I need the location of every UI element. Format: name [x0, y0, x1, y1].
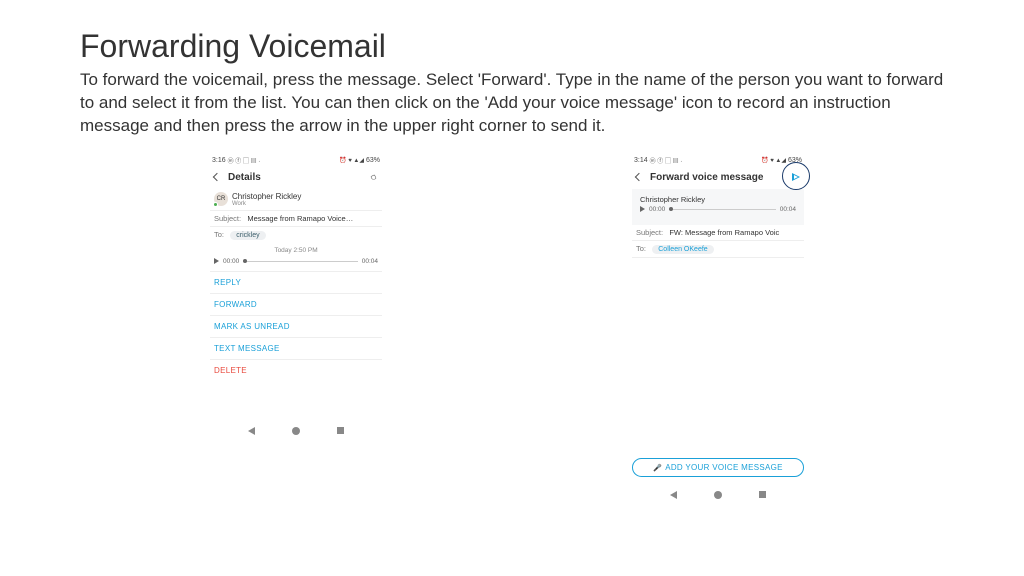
header-title: Forward voice message: [650, 172, 792, 183]
android-navbar: [210, 421, 382, 435]
add-voice-label: ADD YOUR VOICE MESSAGE: [665, 463, 783, 472]
status-bar: 3:16 ⓜ ⓕ ▢ ▤ · ⏰ ♥ ▲◢ 63%: [210, 156, 382, 166]
recipient-chip[interactable]: crickley: [230, 231, 265, 240]
page-title: Forwarding Voicemail: [80, 28, 944, 65]
phone-details: 3:16 ⓜ ⓕ ▢ ▤ · ⏰ ♥ ▲◢ 63% Details CR: [210, 156, 382, 499]
play-time-start: 00:00: [649, 206, 665, 213]
to-label: To:: [214, 230, 224, 239]
subject-value: Message from Ramapo Voice…: [247, 214, 353, 223]
nav-home-icon[interactable]: [292, 427, 300, 435]
android-navbar: [632, 485, 804, 499]
avatar: CR: [214, 192, 228, 206]
phone-forward: 3:14 ⓜ ⓕ ▢ ▤ · ⏰ ♥ ▲◢ 63% Forward voice …: [632, 156, 804, 499]
message-timestamp: Today 2:50 PM: [210, 243, 382, 256]
call-icon[interactable]: [371, 174, 377, 180]
subject-value: FW: Message from Ramapo Voic: [669, 228, 779, 237]
screen-header: Details: [210, 166, 382, 189]
phone-screenshots: 3:16 ⓜ ⓕ ▢ ▤ · ⏰ ♥ ▲◢ 63% Details CR: [210, 156, 944, 499]
microphone-icon: 🎤: [653, 465, 662, 472]
header-title: Details: [228, 172, 369, 183]
to-label: To:: [636, 244, 646, 253]
status-bar: 3:14 ⓜ ⓕ ▢ ▤ · ⏰ ♥ ▲◢ 63%: [632, 156, 804, 166]
send-icon[interactable]: [792, 173, 800, 181]
reply-button[interactable]: REPLY: [210, 272, 382, 294]
play-time-end: 00:04: [780, 206, 796, 213]
screen-header: Forward voice message: [632, 166, 804, 189]
text-message-button[interactable]: TEXT MESSAGE: [210, 338, 382, 360]
play-time-start: 00:00: [223, 258, 239, 265]
play-icon[interactable]: [214, 258, 219, 264]
status-icons-left: ⓜ ⓕ ▢ ▤ ·: [650, 156, 683, 165]
back-icon[interactable]: [635, 173, 643, 181]
contact-subtitle: Work: [232, 201, 301, 207]
instruction-paragraph: To forward the voicemail, press the mess…: [80, 69, 944, 138]
play-icon[interactable]: [640, 206, 645, 212]
status-time: 3:14: [634, 157, 648, 164]
subject-row: Subject: Message from Ramapo Voice…: [210, 211, 382, 227]
subject-row[interactable]: Subject: FW: Message from Ramapo Voic: [632, 225, 804, 241]
mark-unread-button[interactable]: MARK AS UNREAD: [210, 316, 382, 338]
nav-recents-icon[interactable]: [337, 427, 344, 434]
forward-button[interactable]: FORWARD: [210, 294, 382, 316]
attached-contact-name: Christopher Rickley: [636, 191, 800, 204]
contact-row[interactable]: CR Christopher Rickley Work: [210, 189, 382, 211]
presence-dot-icon: [213, 202, 218, 207]
back-icon[interactable]: [213, 173, 221, 181]
to-row: To: crickley: [210, 227, 382, 243]
status-icons-left: ⓜ ⓕ ▢ ▤ ·: [228, 156, 261, 165]
status-icons-right: ⏰ ♥ ▲◢: [339, 157, 364, 164]
play-time-end: 00:04: [362, 258, 378, 265]
delete-button[interactable]: DELETE: [210, 360, 382, 381]
to-row[interactable]: To: Colleen OKeefe: [632, 241, 804, 258]
status-battery: 63%: [366, 157, 380, 164]
add-voice-message-button[interactable]: 🎤ADD YOUR VOICE MESSAGE: [632, 458, 804, 477]
nav-recents-icon[interactable]: [759, 491, 766, 498]
attached-voicemail: Christopher Rickley 00:00 00:04: [632, 189, 804, 225]
audio-player[interactable]: 00:00 00:04: [210, 256, 382, 272]
status-battery: 63%: [788, 157, 802, 164]
recipient-chip[interactable]: Colleen OKeefe: [652, 245, 713, 254]
audio-player[interactable]: 00:00 00:04: [636, 204, 800, 219]
status-icons-right: ⏰ ♥ ▲◢: [761, 157, 786, 164]
status-time: 3:16: [212, 157, 226, 164]
audio-track[interactable]: [243, 261, 357, 262]
nav-home-icon[interactable]: [714, 491, 722, 499]
nav-back-icon[interactable]: [248, 427, 255, 435]
contact-name: Christopher Rickley: [232, 192, 301, 201]
nav-back-icon[interactable]: [670, 491, 677, 499]
avatar-initials: CR: [217, 196, 226, 202]
audio-track[interactable]: [669, 209, 775, 210]
subject-label: Subject:: [214, 214, 241, 223]
subject-label: Subject:: [636, 228, 663, 237]
